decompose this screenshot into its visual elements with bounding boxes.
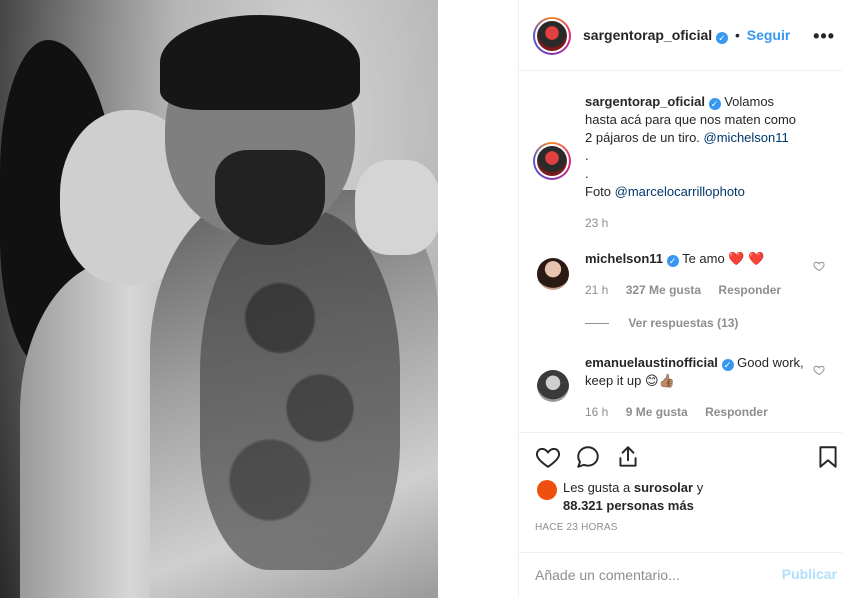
author-avatar-image [535,19,569,53]
comment-2-text: emanuelaustinofficial ✓ Good work, keep … [585,354,805,390]
comment-input[interactable]: Añade un comentario... [535,567,680,583]
comment-1-avatar[interactable] [537,258,569,290]
comment-1-emoji: ❤️ ❤️ [728,251,765,266]
comment-1-author[interactable]: michelson11 [585,251,663,266]
comment-1-reply-button[interactable]: Responder [718,283,781,297]
comment-2-verified-icon: ✓ [721,359,734,371]
post-photo[interactable] [0,0,438,598]
photo-hand [355,160,438,255]
post-actions: Les gusta a surosolar y 88.321 personas … [519,432,842,552]
header-separator: • [734,27,740,43]
likes-prefix: Les gusta a [563,480,631,495]
photo-man-hair [160,15,360,110]
like-heart-icon[interactable] [535,444,561,470]
comment-1-meta: 21 h 327 Me gusta Responder [585,283,795,297]
comment-1-time[interactable]: 21 h [585,283,608,297]
comments-section: sargentorap_oficial ✓ Volamos hasta acá … [519,72,842,432]
caption-avatar[interactable] [533,142,571,180]
view-replies-row[interactable]: Ver respuestas (13) [585,316,752,330]
publish-button[interactable]: Publicar [782,566,837,582]
comment-2-emoji: 😊👍🏽 [645,373,675,388]
comment-2-avatar[interactable] [537,370,569,402]
comment-2-author[interactable]: emanuelaustinofficial [585,355,718,370]
header-author-line: sargentorap_oficial ✓ • Seguir [583,27,790,44]
save-bookmark-icon[interactable] [815,444,841,470]
likes-count[interactable]: 88.321 personas más [563,498,694,513]
likes-suffix: y [696,480,704,495]
caption-dot-2: . [585,166,589,181]
more-options-icon[interactable]: ••• [813,26,835,47]
comment-1-text: michelson11 ✓ Te amo ❤️ ❤️ [585,250,805,268]
photo-man-beard [215,150,325,245]
comment-1-verified-icon: ✓ [666,255,679,267]
view-replies-button[interactable]: Ver respuestas (13) [628,316,738,330]
caption-time[interactable]: 23 h [585,216,608,230]
caption-author[interactable]: sargentorap_oficial [585,94,705,109]
follow-button[interactable]: Seguir [747,27,791,43]
post-header: sargentorap_oficial ✓ • Seguir ••• [519,0,842,71]
comment-2-reply-button[interactable]: Responder [705,405,768,419]
comment-2-meta: 16 h 9 Me gusta Responder [585,405,782,419]
comment-2-time[interactable]: 16 h [585,405,608,419]
share-icon[interactable] [615,444,641,470]
comment-2-like-heart-icon[interactable] [813,364,825,376]
view-replies-line [585,323,609,325]
caption-dot-1: . [585,148,589,163]
caption-mention-link[interactable]: @michelson11 [704,130,789,145]
caption-text: sargentorap_oficial ✓ Volamos hasta acá … [585,93,805,201]
caption-avatar-image [535,144,569,178]
post-timestamp[interactable]: HACE 23 HORAS [535,522,618,533]
caption-photo-label: Foto [585,184,612,199]
photo-credit-link[interactable]: @marcelocarrillophoto [615,184,745,199]
comment-1-likes[interactable]: 327 Me gusta [626,283,701,297]
likes-summary: Les gusta a surosolar y 88.321 personas … [563,479,703,515]
liker-avatar[interactable] [537,480,557,500]
liker-username[interactable]: surosolar [634,480,693,495]
comment-2-likes[interactable]: 9 Me gusta [626,405,688,419]
photo-tattoo [200,210,400,570]
author-avatar[interactable] [533,17,571,55]
post-side-panel: sargentorap_oficial ✓ • Seguir ••• sarge… [518,0,842,598]
comment-1-like-heart-icon[interactable] [813,260,825,272]
add-comment-bar: Añade un comentario... Publicar [519,552,842,598]
caption-verified-icon: ✓ [708,98,721,110]
verified-badge-icon: ✓ [716,32,729,44]
comment-1-body: Te amo [682,251,725,266]
comment-bubble-icon[interactable] [575,444,601,470]
author-username[interactable]: sargentorap_oficial [583,27,712,43]
